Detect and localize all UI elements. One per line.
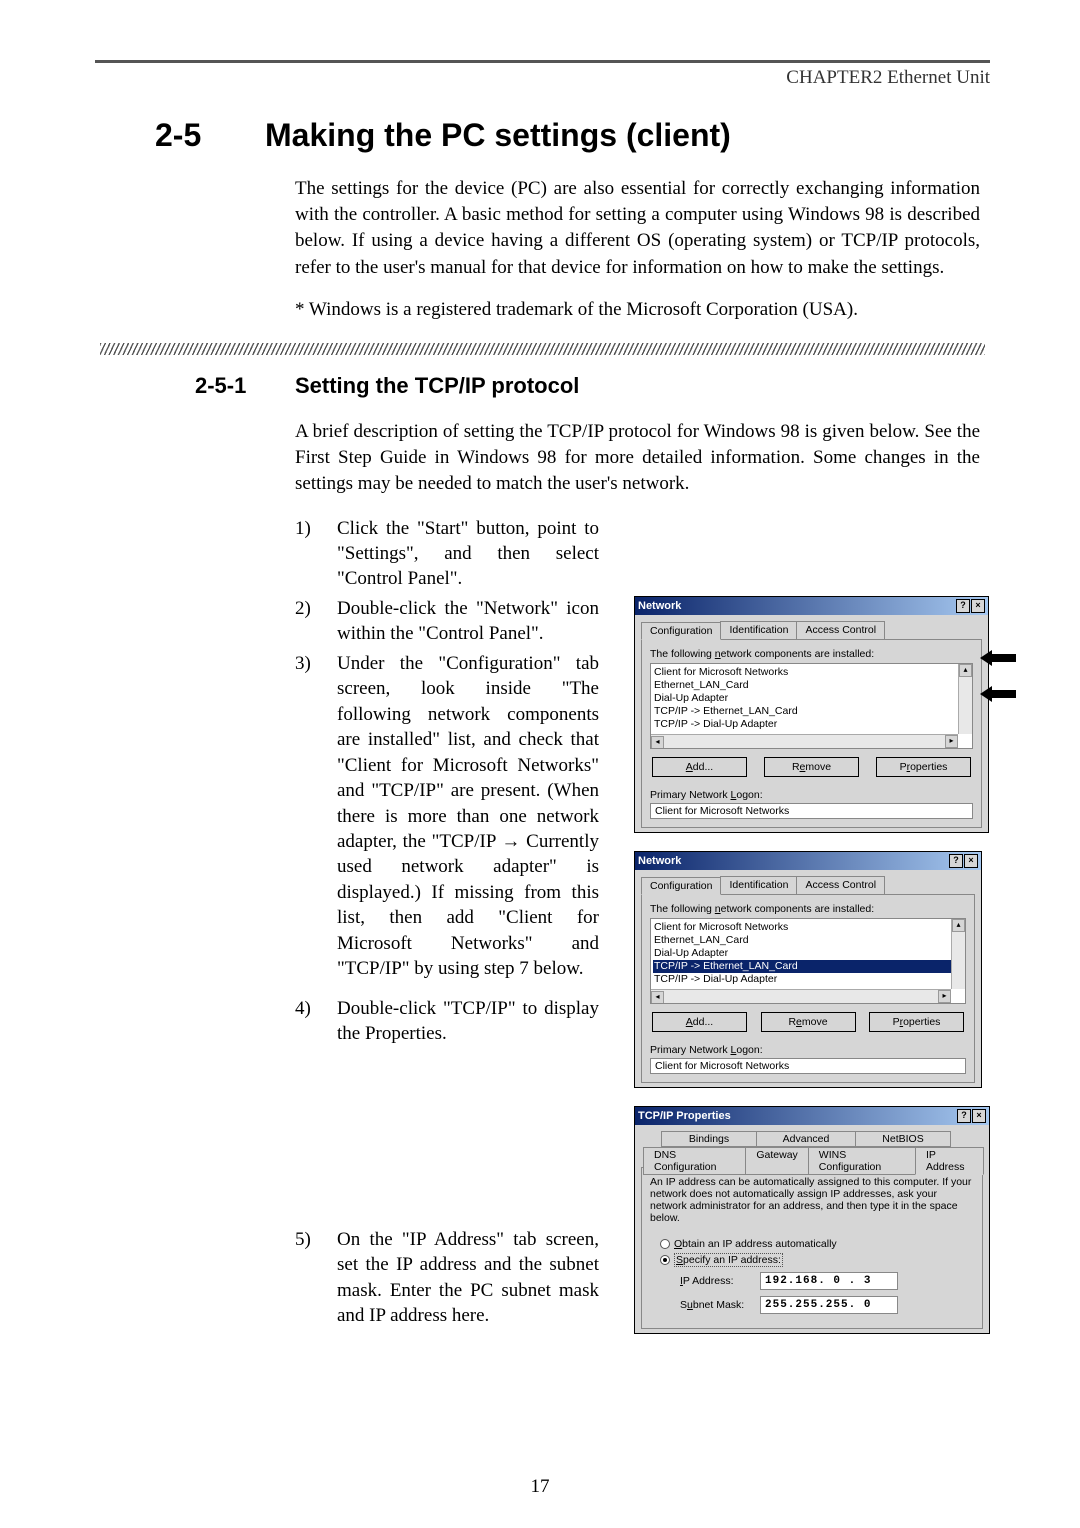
subsection-number: 2-5-1 — [195, 373, 295, 399]
list-item[interactable]: Ethernet_LAN_Card — [653, 934, 963, 947]
section-divider-hatch — [100, 343, 985, 355]
subnet-mask-row: Subnet Mask: 255.255.255. 0 — [680, 1296, 974, 1314]
ip-address-row: IP Address: 192.168. 0 . 3 — [680, 1272, 974, 1290]
list-item[interactable]: TCP/IP -> Dial-Up Adapter — [653, 973, 963, 986]
radio-icon[interactable] — [660, 1255, 670, 1265]
tab-access-control[interactable]: Access Control — [796, 876, 885, 894]
tab-bindings[interactable]: Bindings — [661, 1131, 757, 1147]
tab-row-2: Configuration Identification Access Cont… — [641, 876, 975, 895]
close-icon[interactable]: × — [964, 854, 978, 868]
help-icon[interactable]: ? — [957, 1109, 971, 1123]
properties-button[interactable]: Properties — [869, 1012, 964, 1032]
tcpip-properties-dialog: TCP/IP Properties ? × Bindings Advanced … — [634, 1106, 990, 1334]
callout-arrow-icon — [978, 685, 1018, 703]
subnet-mask-label: Subnet Mask: — [680, 1299, 760, 1311]
network-dialog-2-title: Network — [638, 855, 681, 867]
tab-dns[interactable]: DNS Configuration — [643, 1147, 746, 1175]
step-2: 2)Double-click the "Network" icon within… — [295, 596, 599, 647]
add-button[interactable]: Add... — [652, 1012, 747, 1032]
tab-configuration[interactable]: Configuration — [641, 622, 721, 640]
steps-column: 1)Click the "Start" button, point to "Se… — [295, 516, 599, 1352]
network-dialog-1-titlebar: Network ? × — [635, 597, 988, 615]
primary-logon-label: Primary Network Logon: — [650, 1044, 966, 1056]
scroll-right-icon[interactable]: ▸ — [938, 990, 951, 1003]
scrollbar-vertical[interactable]: ▴ — [951, 919, 965, 989]
tab-netbios[interactable]: NetBIOS — [855, 1131, 951, 1147]
step-5: 5)On the "IP Address" tab screen, set th… — [295, 1227, 599, 1329]
tab-ip-address[interactable]: IP Address — [915, 1147, 984, 1175]
intro-paragraph: The settings for the device (PC) are als… — [295, 176, 980, 281]
scroll-left-icon[interactable]: ◂ — [651, 991, 664, 1004]
tab-gateway[interactable]: Gateway — [745, 1147, 808, 1175]
page-number: 17 — [531, 1476, 550, 1498]
tab-access-control[interactable]: Access Control — [796, 621, 885, 639]
trademark-note: * Windows is a registered trademark of t… — [295, 299, 980, 321]
scrollbar-horizontal[interactable]: ◂▸ — [651, 989, 951, 1003]
list-item[interactable]: Ethernet_LAN_Card — [653, 679, 970, 692]
remove-button[interactable]: Remove — [764, 757, 859, 777]
network-dialog-1-title: Network — [638, 600, 681, 612]
radio-icon[interactable] — [660, 1239, 670, 1249]
list-item[interactable]: Client for Microsoft Networks — [653, 921, 963, 934]
header-rule — [95, 60, 990, 63]
components-installed-label: The following network components are ins… — [650, 903, 966, 915]
list-item[interactable]: TCP/IP -> Ethernet_LAN_Card — [653, 705, 970, 718]
ip-address-input[interactable]: 192.168. 0 . 3 — [760, 1272, 898, 1290]
ip-address-label: IP Address: — [680, 1275, 760, 1287]
list-item-selected[interactable]: TCP/IP -> Ethernet_LAN_Card — [653, 960, 963, 973]
close-icon[interactable]: × — [971, 599, 985, 613]
subnet-mask-input[interactable]: 255.255.255. 0 — [760, 1296, 898, 1314]
primary-logon-dropdown[interactable]: Client for Microsoft Networks — [650, 1058, 966, 1074]
section-title: 2-5Making the PC settings (client) — [155, 117, 990, 154]
list-item[interactable]: Dial-Up Adapter — [653, 947, 963, 960]
step-4: 4)Double-click "TCP/IP" to display the P… — [295, 996, 599, 1047]
step-3: 3)Under the "Configuration" tab screen, … — [295, 651, 599, 982]
tab-advanced[interactable]: Advanced — [756, 1131, 856, 1147]
network-dialog-2-titlebar: Network ? × — [635, 852, 981, 870]
primary-logon-dropdown[interactable]: Client for Microsoft Networks — [650, 803, 973, 819]
section-title-text: Making the PC settings (client) — [265, 117, 731, 153]
properties-button[interactable]: Properties — [876, 757, 971, 777]
scroll-left-icon[interactable]: ◂ — [651, 736, 664, 749]
screenshots-column: Network ? × Configuration Identification… — [634, 516, 990, 1352]
remove-button[interactable]: Remove — [761, 1012, 856, 1032]
section-number: 2-5 — [155, 117, 265, 154]
tab-wins[interactable]: WINS Configuration — [808, 1147, 916, 1175]
scrollbar-vertical[interactable]: ▴ — [958, 664, 972, 734]
list-item[interactable]: Client for Microsoft Networks — [653, 666, 970, 679]
tcpip-dialog-title: TCP/IP Properties — [638, 1110, 731, 1122]
tab-identification[interactable]: Identification — [720, 876, 797, 894]
tab-identification[interactable]: Identification — [720, 621, 797, 639]
list-item[interactable]: Dial-Up Adapter — [653, 692, 970, 705]
help-icon[interactable]: ? — [949, 854, 963, 868]
subsection-title: 2-5-1Setting the TCP/IP protocol — [195, 373, 990, 399]
tab-row-1: Configuration Identification Access Cont… — [641, 621, 982, 640]
help-icon[interactable]: ? — [956, 599, 970, 613]
components-listbox-1[interactable]: Client for Microsoft Networks Ethernet_L… — [650, 663, 973, 749]
add-button[interactable]: Add... — [652, 757, 747, 777]
radio-obtain-auto[interactable]: Obtain an IP address automatically — [660, 1238, 974, 1250]
step-list: 1)Click the "Start" button, point to "Se… — [295, 516, 599, 1329]
subsection-title-text: Setting the TCP/IP protocol — [295, 373, 579, 398]
network-dialog-2: Network ? × Configuration Identification… — [634, 851, 982, 1088]
callout-arrow-icon — [978, 649, 1018, 667]
content-columns: 1)Click the "Start" button, point to "Se… — [295, 516, 990, 1352]
subsection-intro: A brief description of setting the TCP/I… — [295, 419, 980, 498]
tcpip-dialog-titlebar: TCP/IP Properties ? × — [635, 1107, 989, 1125]
network-dialog-1: Network ? × Configuration Identification… — [634, 596, 989, 833]
scroll-up-icon[interactable]: ▴ — [959, 664, 972, 677]
close-icon[interactable]: × — [972, 1109, 986, 1123]
scroll-right-icon[interactable]: ▸ — [945, 735, 958, 748]
ip-explain-text: An IP address can be automatically assig… — [650, 1176, 974, 1224]
tab-configuration[interactable]: Configuration — [641, 877, 721, 895]
components-installed-label: The following network components are ins… — [650, 648, 973, 660]
step-1: 1)Click the "Start" button, point to "Se… — [295, 516, 599, 592]
components-listbox-2[interactable]: Client for Microsoft Networks Ethernet_L… — [650, 918, 966, 1004]
chapter-label: CHAPTER2 Ethernet Unit — [95, 67, 990, 89]
list-item[interactable]: TCP/IP -> Dial-Up Adapter — [653, 718, 970, 731]
radio-specify-ip[interactable]: Specify an IP address: — [660, 1254, 974, 1266]
scroll-up-icon[interactable]: ▴ — [952, 919, 965, 932]
scrollbar-horizontal[interactable]: ◂▸ — [651, 734, 958, 748]
primary-logon-label: Primary Network Logon: — [650, 789, 973, 801]
